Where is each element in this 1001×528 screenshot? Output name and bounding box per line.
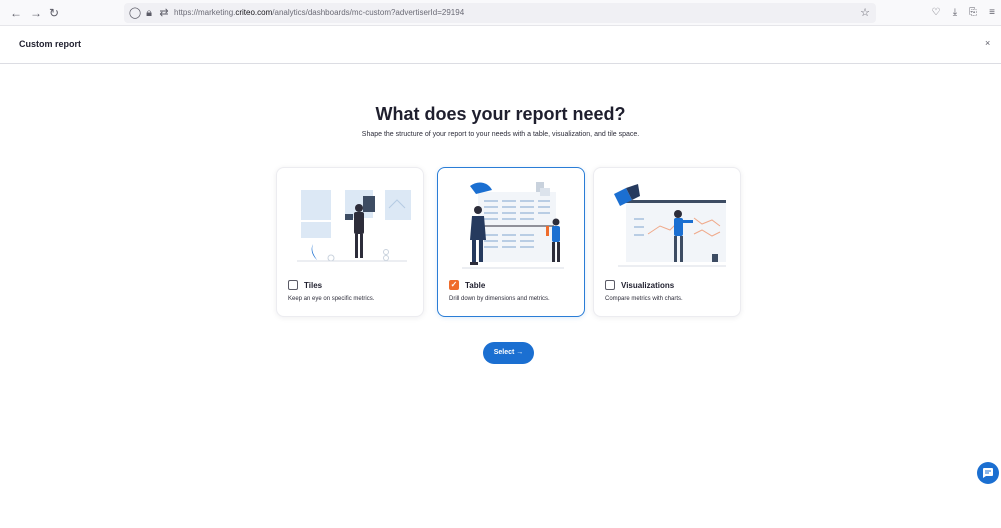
download-icon[interactable]: ⤓ — [948, 5, 962, 21]
main-heading: What does your report need? — [375, 104, 626, 124]
star-icon[interactable]: ☆ — [860, 5, 870, 21]
chat-icon — [983, 468, 993, 478]
url-domain: criteo.com — [235, 8, 273, 17]
tiles-checkbox[interactable] — [288, 280, 298, 290]
table-illustration — [462, 182, 564, 269]
menu-icon[interactable]: ≡ — [985, 5, 999, 21]
table-label: Table — [465, 281, 486, 290]
table-description: Drill down by dimensions and metrics. — [449, 296, 550, 302]
url-text[interactable]: https://marketing.criteo.com/analytics/d… — [174, 6, 464, 20]
tiles-description: Keep an eye on specific metrics. — [288, 296, 375, 302]
back-arrow-icon[interactable]: ← — [8, 5, 24, 21]
pocket-icon[interactable]: ♡ — [929, 5, 943, 21]
visualizations-description: Compare metrics with charts. — [605, 296, 683, 302]
main-subheading: Shape the structure of your report to yo… — [361, 131, 640, 138]
option-card-visualizations[interactable]: Visualizations Compare metrics with char… — [593, 167, 741, 317]
forward-arrow-icon[interactable]: → — [28, 5, 44, 21]
address-bar[interactable]: ◯ 🔒︎ ⇄ https://marketing.criteo.com/anal… — [124, 3, 876, 23]
url-prefix: https://marketing. — [174, 8, 236, 17]
tiles-label: Tiles — [304, 281, 323, 290]
visualizations-label: Visualizations — [621, 281, 675, 290]
lock-icon[interactable]: 🔒︎ — [142, 5, 156, 21]
browser-toolbar: ← → ↻ ◯ 🔒︎ ⇄ https://marketing.criteo.co… — [0, 0, 1001, 26]
close-icon[interactable]: × — [985, 38, 990, 48]
chat-button[interactable] — [977, 462, 999, 484]
app-header: Custom report × — [0, 26, 1001, 64]
select-button[interactable]: Select → — [483, 342, 534, 364]
table-checkbox[interactable]: ✓ — [449, 280, 459, 290]
permissions-icon[interactable]: ⇄ — [157, 5, 171, 21]
page-title: Custom report — [19, 39, 82, 49]
reload-icon[interactable]: ↻ — [46, 5, 62, 21]
option-card-tiles[interactable]: Tiles Keep an eye on specific metrics. — [276, 167, 424, 317]
option-card-table[interactable]: ✓ Table Drill down by dimensions and met… — [437, 167, 585, 317]
extensions-icon[interactable]: ⎘ — [966, 5, 980, 21]
tiles-illustration — [297, 190, 411, 262]
url-path: /analytics/dashboards/mc-custom?advertis… — [272, 8, 465, 17]
visualizations-illustration — [614, 184, 726, 267]
visualizations-checkbox[interactable] — [605, 280, 615, 290]
shield-icon[interactable]: ◯ — [128, 5, 142, 21]
